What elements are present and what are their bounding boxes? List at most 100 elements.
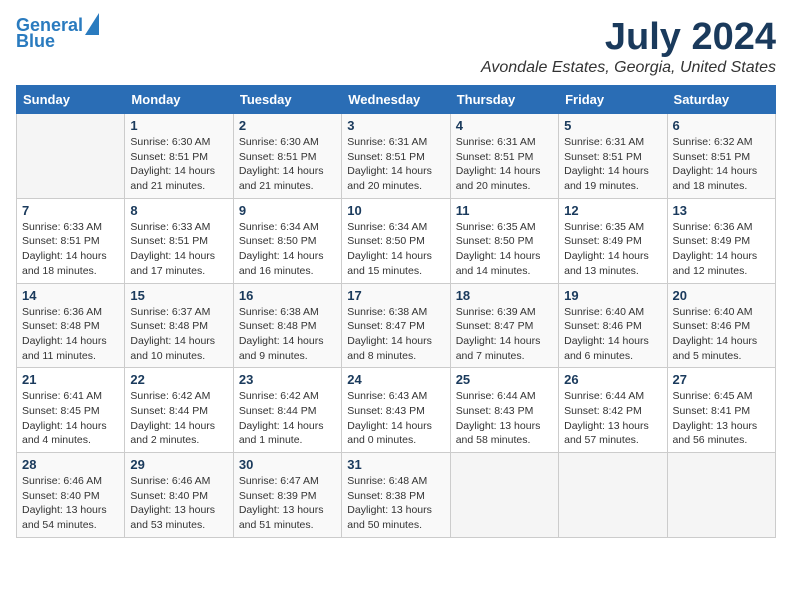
day-info: Sunrise: 6:34 AM Sunset: 8:50 PM Dayligh… [239, 220, 336, 279]
day-number: 2 [239, 118, 336, 133]
calendar-cell: 1 Sunrise: 6:30 AM Sunset: 8:51 PM Daylig… [125, 114, 233, 199]
calendar-cell: 20 Sunrise: 6:40 AM Sunset: 8:46 PM Dayli… [667, 283, 775, 368]
calendar-cell: 23 Sunrise: 6:42 AM Sunset: 8:44 PM Dayli… [233, 368, 341, 453]
calendar-cell: 9 Sunrise: 6:34 AM Sunset: 8:50 PM Daylig… [233, 198, 341, 283]
day-info: Sunrise: 6:33 AM Sunset: 8:51 PM Dayligh… [130, 220, 227, 279]
day-info: Sunrise: 6:39 AM Sunset: 8:47 PM Dayligh… [456, 305, 553, 364]
weekday-header-tuesday: Tuesday [233, 86, 341, 114]
calendar-cell: 30 Sunrise: 6:47 AM Sunset: 8:39 PM Dayli… [233, 453, 341, 538]
calendar-cell: 3Sunrise: 6:31 AM Sunset: 8:51 PM Daylig… [342, 114, 450, 199]
weekday-header-sunday: Sunday [17, 86, 125, 114]
calendar-cell: 28 Sunrise: 6:46 AM Sunset: 8:40 PM Dayli… [17, 453, 125, 538]
calendar-cell: 17Sunrise: 6:38 AM Sunset: 8:47 PM Dayli… [342, 283, 450, 368]
logo-blue-text: Blue [16, 32, 55, 52]
day-info: Sunrise: 6:44 AM Sunset: 8:42 PM Dayligh… [564, 389, 661, 448]
calendar-cell: 22 Sunrise: 6:42 AM Sunset: 8:44 PM Dayli… [125, 368, 233, 453]
day-number: 11 [456, 203, 553, 218]
day-number: 14 [22, 288, 119, 303]
day-info: Sunrise: 6:31 AM Sunset: 8:51 PM Dayligh… [456, 135, 553, 194]
day-info: Sunrise: 6:32 AM Sunset: 8:51 PM Dayligh… [673, 135, 770, 194]
day-number: 8 [130, 203, 227, 218]
day-number: 22 [130, 372, 227, 387]
day-info: Sunrise: 6:40 AM Sunset: 8:46 PM Dayligh… [673, 305, 770, 364]
day-number: 27 [673, 372, 770, 387]
logo-triangle-icon [85, 13, 99, 35]
day-info: Sunrise: 6:46 AM Sunset: 8:40 PM Dayligh… [22, 474, 119, 533]
day-info: Sunrise: 6:36 AM Sunset: 8:48 PM Dayligh… [22, 305, 119, 364]
day-info: Sunrise: 6:35 AM Sunset: 8:49 PM Dayligh… [564, 220, 661, 279]
calendar-cell: 16 Sunrise: 6:38 AM Sunset: 8:48 PM Dayli… [233, 283, 341, 368]
day-number: 15 [130, 288, 227, 303]
calendar-week-row: 28 Sunrise: 6:46 AM Sunset: 8:40 PM Dayli… [17, 453, 776, 538]
day-number: 25 [456, 372, 553, 387]
day-number: 10 [347, 203, 444, 218]
location-subtitle: Avondale Estates, Georgia, United States [481, 59, 776, 77]
day-info: Sunrise: 6:30 AM Sunset: 8:51 PM Dayligh… [130, 135, 227, 194]
day-info: Sunrise: 6:47 AM Sunset: 8:39 PM Dayligh… [239, 474, 336, 533]
day-number: 30 [239, 457, 336, 472]
day-number: 7 [22, 203, 119, 218]
day-info: Sunrise: 6:40 AM Sunset: 8:46 PM Dayligh… [564, 305, 661, 364]
calendar-cell: 2 Sunrise: 6:30 AM Sunset: 8:51 PM Daylig… [233, 114, 341, 199]
calendar-week-row: 14 Sunrise: 6:36 AM Sunset: 8:48 PM Dayli… [17, 283, 776, 368]
day-info: Sunrise: 6:37 AM Sunset: 8:48 PM Dayligh… [130, 305, 227, 364]
day-info: Sunrise: 6:38 AM Sunset: 8:48 PM Dayligh… [239, 305, 336, 364]
weekday-header-friday: Friday [559, 86, 667, 114]
day-info: Sunrise: 6:42 AM Sunset: 8:44 PM Dayligh… [130, 389, 227, 448]
calendar-cell: 8 Sunrise: 6:33 AM Sunset: 8:51 PM Daylig… [125, 198, 233, 283]
day-info: Sunrise: 6:45 AM Sunset: 8:41 PM Dayligh… [673, 389, 770, 448]
calendar-cell [450, 453, 558, 538]
day-number: 13 [673, 203, 770, 218]
calendar-cell: 26 Sunrise: 6:44 AM Sunset: 8:42 PM Dayli… [559, 368, 667, 453]
day-info: Sunrise: 6:46 AM Sunset: 8:40 PM Dayligh… [130, 474, 227, 533]
day-number: 12 [564, 203, 661, 218]
calendar-cell: 27 Sunrise: 6:45 AM Sunset: 8:41 PM Dayli… [667, 368, 775, 453]
day-number: 18 [456, 288, 553, 303]
calendar-cell [667, 453, 775, 538]
month-year-title: July 2024 [481, 16, 776, 59]
day-info: Sunrise: 6:41 AM Sunset: 8:45 PM Dayligh… [22, 389, 119, 448]
day-number: 9 [239, 203, 336, 218]
day-info: Sunrise: 6:36 AM Sunset: 8:49 PM Dayligh… [673, 220, 770, 279]
day-info: Sunrise: 6:31 AM Sunset: 8:51 PM Dayligh… [564, 135, 661, 194]
day-number: 16 [239, 288, 336, 303]
calendar-cell: 21Sunrise: 6:41 AM Sunset: 8:45 PM Dayli… [17, 368, 125, 453]
day-info: Sunrise: 6:30 AM Sunset: 8:51 PM Dayligh… [239, 135, 336, 194]
calendar-cell: 15 Sunrise: 6:37 AM Sunset: 8:48 PM Dayli… [125, 283, 233, 368]
day-number: 28 [22, 457, 119, 472]
weekday-header-row: SundayMondayTuesdayWednesdayThursdayFrid… [17, 86, 776, 114]
weekday-header-thursday: Thursday [450, 86, 558, 114]
calendar-cell: 31Sunrise: 6:48 AM Sunset: 8:38 PM Dayli… [342, 453, 450, 538]
day-info: Sunrise: 6:31 AM Sunset: 8:51 PM Dayligh… [347, 135, 444, 194]
calendar-cell: 25 Sunrise: 6:44 AM Sunset: 8:43 PM Dayli… [450, 368, 558, 453]
weekday-header-saturday: Saturday [667, 86, 775, 114]
calendar-cell: 10 Sunrise: 6:34 AM Sunset: 8:50 PM Dayli… [342, 198, 450, 283]
calendar-cell: 12 Sunrise: 6:35 AM Sunset: 8:49 PM Dayli… [559, 198, 667, 283]
day-info: Sunrise: 6:35 AM Sunset: 8:50 PM Dayligh… [456, 220, 553, 279]
calendar-week-row: 21Sunrise: 6:41 AM Sunset: 8:45 PM Dayli… [17, 368, 776, 453]
calendar-cell: 11 Sunrise: 6:35 AM Sunset: 8:50 PM Dayli… [450, 198, 558, 283]
weekday-header-monday: Monday [125, 86, 233, 114]
calendar-week-row: 1 Sunrise: 6:30 AM Sunset: 8:51 PM Daylig… [17, 114, 776, 199]
day-number: 26 [564, 372, 661, 387]
day-number: 4 [456, 118, 553, 133]
calendar-cell: 29Sunrise: 6:46 AM Sunset: 8:40 PM Dayli… [125, 453, 233, 538]
calendar-table: SundayMondayTuesdayWednesdayThursdayFrid… [16, 85, 776, 538]
day-info: Sunrise: 6:33 AM Sunset: 8:51 PM Dayligh… [22, 220, 119, 279]
day-info: Sunrise: 6:44 AM Sunset: 8:43 PM Dayligh… [456, 389, 553, 448]
day-number: 1 [130, 118, 227, 133]
day-info: Sunrise: 6:48 AM Sunset: 8:38 PM Dayligh… [347, 474, 444, 533]
day-number: 19 [564, 288, 661, 303]
day-info: Sunrise: 6:42 AM Sunset: 8:44 PM Dayligh… [239, 389, 336, 448]
day-info: Sunrise: 6:34 AM Sunset: 8:50 PM Dayligh… [347, 220, 444, 279]
day-number: 23 [239, 372, 336, 387]
calendar-cell [559, 453, 667, 538]
day-number: 5 [564, 118, 661, 133]
day-number: 20 [673, 288, 770, 303]
calendar-cell: 14 Sunrise: 6:36 AM Sunset: 8:48 PM Dayli… [17, 283, 125, 368]
weekday-header-wednesday: Wednesday [342, 86, 450, 114]
calendar-cell: 19 Sunrise: 6:40 AM Sunset: 8:46 PM Dayli… [559, 283, 667, 368]
calendar-cell: 7 Sunrise: 6:33 AM Sunset: 8:51 PM Daylig… [17, 198, 125, 283]
header: General Blue July 2024 Avondale Estates,… [16, 16, 776, 77]
calendar-cell: 13 Sunrise: 6:36 AM Sunset: 8:49 PM Dayli… [667, 198, 775, 283]
